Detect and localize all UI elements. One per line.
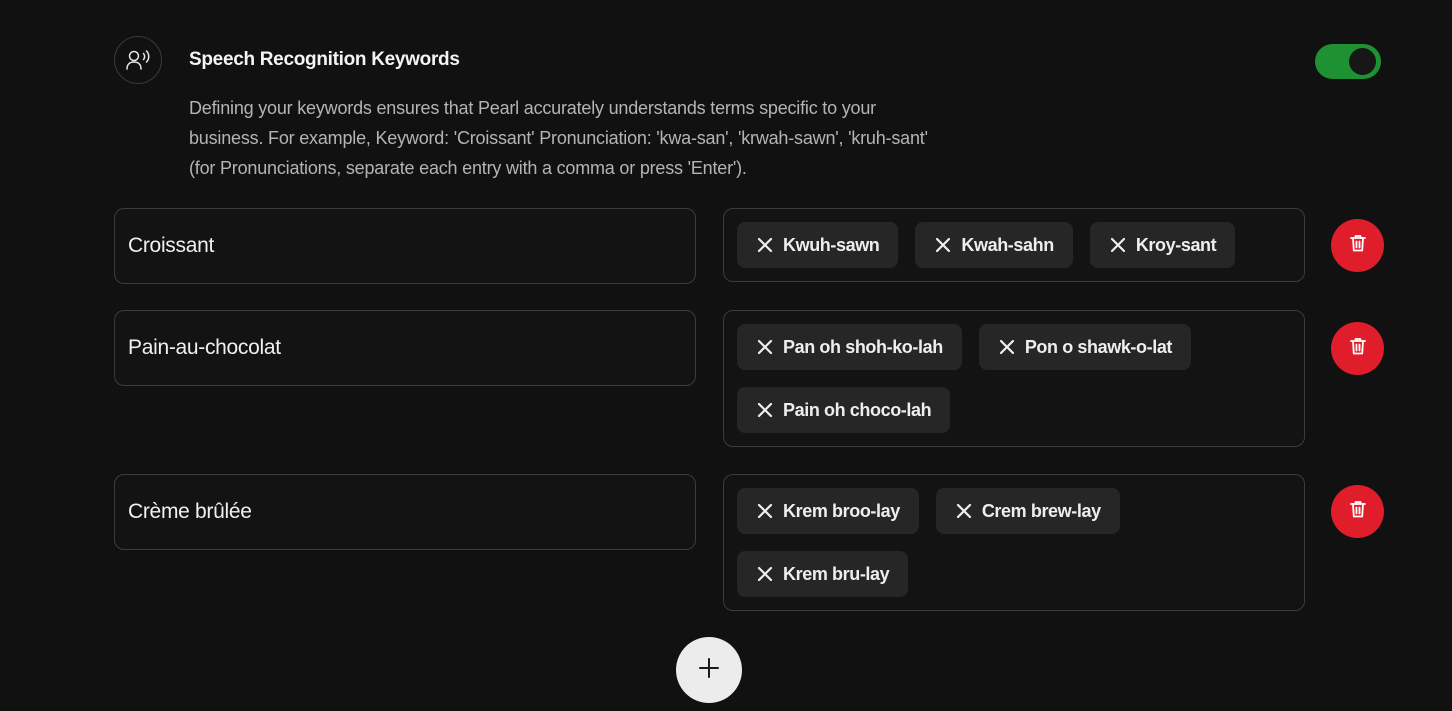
pronunciations-field[interactable]: Pan oh shoh-ko-lah Pon o shawk-o-lat Pai… [723, 310, 1305, 447]
pronunciation-text: Krem bru-lay [783, 563, 890, 584]
close-icon[interactable] [756, 401, 774, 419]
add-keyword-button[interactable] [676, 637, 742, 703]
pronunciations-field[interactable]: Kwuh-sawn Kwah-sahn Kroy-sant [723, 208, 1305, 282]
section-title: Speech Recognition Keywords [189, 49, 460, 70]
pronunciation-text: Pon o shawk-o-lat [1024, 336, 1173, 357]
pronunciation-text: Kwuh-sawn [783, 234, 880, 255]
close-icon[interactable] [756, 502, 774, 520]
pronunciation-text: Pain oh choco-lah [783, 399, 932, 420]
toggle-knob [1349, 48, 1376, 75]
trash-icon [1349, 234, 1366, 257]
close-icon[interactable] [934, 236, 952, 254]
pronunciation-tag: Pan oh shoh-ko-lah [737, 324, 962, 370]
pronunciations-field[interactable]: Krem broo-lay Crem brew-lay Krem bru-lay [723, 474, 1305, 611]
close-icon[interactable] [1109, 236, 1127, 254]
pronunciation-tag: Krem bru-lay [737, 551, 909, 597]
pronunciation-tag: Krem broo-lay [737, 488, 919, 534]
keyword-input[interactable]: Crème brûlée [114, 474, 696, 550]
trash-icon [1349, 500, 1366, 523]
pronunciation-text: Kwah-sahn [961, 234, 1054, 255]
pronunciation-tag: Crem brew-lay [935, 488, 1120, 534]
close-icon[interactable] [756, 338, 774, 356]
pronunciation-tag: Kwah-sahn [915, 222, 1073, 268]
close-icon[interactable] [955, 502, 973, 520]
pronunciation-tag: Kroy-sant [1089, 222, 1236, 268]
keyword-input[interactable]: Pain-au-chocolat [114, 310, 696, 386]
plus-icon [698, 657, 720, 684]
pronunciation-tag: Kwuh-sawn [737, 222, 899, 268]
pronunciation-tag: Pain oh choco-lah [737, 387, 951, 433]
keyword-text: Pain-au-chocolat [128, 336, 281, 359]
close-icon[interactable] [998, 338, 1016, 356]
section-description: Defining your keywords ensures that Pear… [189, 98, 928, 178]
delete-keyword-button[interactable] [1331, 219, 1384, 272]
pronunciation-text: Krem broo-lay [783, 500, 900, 521]
keyword-input[interactable]: Croissant [114, 208, 696, 284]
trash-icon [1349, 337, 1366, 360]
voice-user-icon [114, 36, 162, 84]
pronunciation-tag: Pon o shawk-o-lat [978, 324, 1192, 370]
pronunciation-text: Crem brew-lay [981, 500, 1101, 521]
keyword-text: Croissant [128, 234, 214, 257]
close-icon[interactable] [756, 236, 774, 254]
speech-keywords-panel: Speech Recognition Keywords Defining you… [0, 0, 1452, 711]
keywords-toggle[interactable] [1315, 44, 1381, 79]
pronunciation-text: Pan oh shoh-ko-lah [783, 336, 943, 357]
close-icon[interactable] [756, 565, 774, 583]
delete-keyword-button[interactable] [1331, 485, 1384, 538]
keyword-text: Crème brûlée [128, 500, 252, 523]
delete-keyword-button[interactable] [1331, 322, 1384, 375]
pronunciation-text: Kroy-sant [1135, 234, 1217, 255]
